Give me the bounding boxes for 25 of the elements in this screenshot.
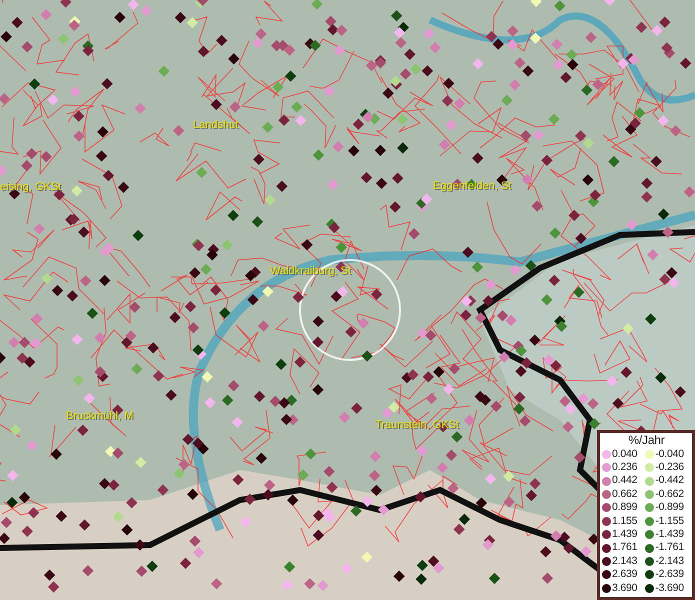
legend-value: -1.439 (655, 528, 684, 542)
place-label: Landshut (193, 120, 238, 131)
legend-value: 0.662 (612, 488, 638, 502)
legend-value: 1.439 (612, 528, 638, 542)
legend-title: %/Jahr (627, 434, 666, 448)
legend-value: -0.040 (655, 448, 684, 461)
legend-value: -0.899 (655, 501, 684, 515)
legend-value: -1.761 (655, 541, 684, 555)
legend-value: -0.442 (655, 474, 684, 488)
place-label: Waldkraiburg, St (270, 266, 351, 277)
legend-value: 0.899 (612, 501, 638, 515)
legend-value: -3.690 (655, 582, 684, 595)
legend-value: -2.143 (655, 554, 684, 568)
legend-value: 2.639 (612, 568, 638, 582)
legend-value: 2.143 (612, 554, 638, 568)
legend-value: 0.040 (612, 448, 638, 461)
legend-value: 0.442 (612, 474, 638, 488)
legend-value: 1.155 (612, 514, 638, 528)
legend-value: 0.236 (612, 460, 638, 474)
legend-value: 3.690 (612, 582, 638, 595)
legend-value: -1.155 (655, 514, 684, 528)
legend-value: -0.662 (655, 488, 684, 502)
legend-value: -2.639 (655, 568, 684, 582)
legend-value: -0.236 (655, 460, 684, 474)
legend-value: 1.761 (612, 541, 638, 555)
